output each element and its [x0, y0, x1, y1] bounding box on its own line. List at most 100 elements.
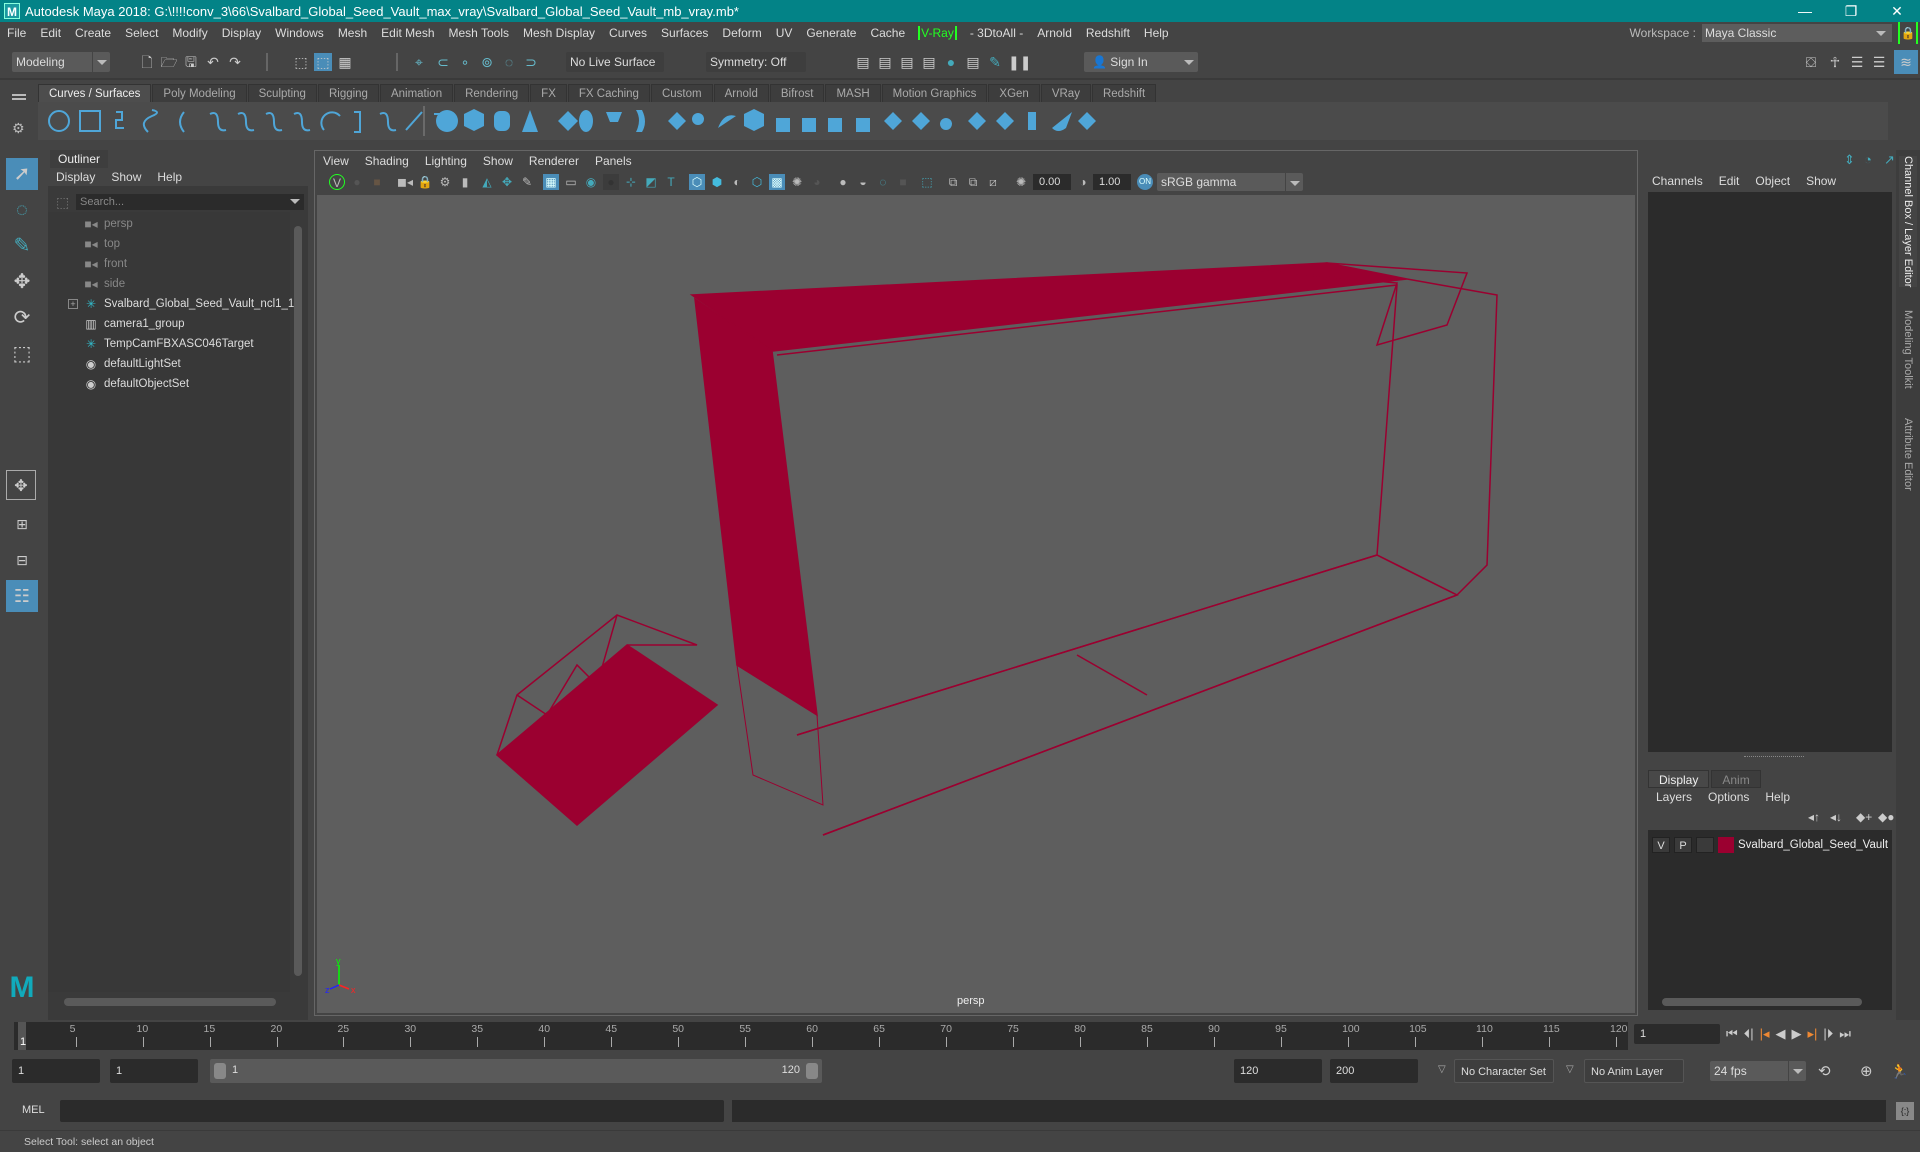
- color-management-toggle-icon[interactable]: ON: [1137, 174, 1153, 190]
- menu-surfaces[interactable]: Surfaces: [654, 26, 715, 40]
- 3d-viewport[interactable]: y x z persp: [317, 195, 1635, 1013]
- save-scene-icon[interactable]: 🖫: [182, 53, 200, 71]
- layer-name[interactable]: Svalbard_Global_Seed_Vault: [1738, 839, 1888, 851]
- shelf-tab-rendering[interactable]: Rendering: [454, 84, 530, 102]
- outliner-menu-help[interactable]: Help: [149, 168, 190, 186]
- step-back-frame-icon[interactable]: |◂: [1760, 1026, 1770, 1042]
- viewport-menu-shading[interactable]: Shading: [357, 151, 417, 171]
- workspace-dropdown[interactable]: Maya Classic: [1702, 24, 1892, 42]
- sign-in-dropdown[interactable]: 👤 Sign In: [1084, 52, 1198, 72]
- shelf-tab-mash[interactable]: MASH: [825, 84, 881, 102]
- snap-curve-icon[interactable]: ⊂: [434, 53, 452, 71]
- menu-modify[interactable]: Modify: [165, 26, 214, 40]
- menu-edit-mesh[interactable]: Edit Mesh: [374, 26, 441, 40]
- shelf-tab-poly-modeling[interactable]: Poly Modeling: [152, 84, 247, 102]
- lock-camera-icon[interactable]: 🔒: [417, 174, 433, 190]
- snap-point-icon[interactable]: ∘: [456, 53, 474, 71]
- range-start-handle[interactable]: [214, 1063, 226, 1079]
- script-editor-icon[interactable]: {;}: [1896, 1102, 1914, 1120]
- shelf-tab-motion-graphics[interactable]: Motion Graphics: [881, 84, 988, 102]
- outliner-layout-icon[interactable]: ☷: [6, 580, 38, 612]
- textured-icon[interactable]: ▩: [769, 174, 785, 190]
- use-all-lights-icon[interactable]: ✺: [789, 174, 805, 190]
- snap-grid-icon[interactable]: ⌖: [410, 53, 428, 71]
- outliner-item[interactable]: ◉ defaultLightSet: [48, 354, 288, 374]
- outliner-item[interactable]: + ✳ Svalbard_Global_Seed_Vault_ncl1_1: [48, 294, 294, 314]
- exposure-field[interactable]: 0.00: [1033, 174, 1071, 190]
- grease-pencil-icon[interactable]: ✎: [519, 174, 535, 190]
- vray-ipr-icon[interactable]: ✎: [986, 53, 1004, 71]
- exposure-icon[interactable]: ✺: [1013, 174, 1029, 190]
- shelf-tab-rigging[interactable]: Rigging: [317, 84, 379, 102]
- ipr-render-icon[interactable]: ▤: [898, 53, 916, 71]
- channel-menu-show[interactable]: Show: [1798, 172, 1844, 190]
- menu-arnold[interactable]: Arnold: [1030, 26, 1079, 40]
- select-object-icon[interactable]: ⬚: [314, 53, 332, 71]
- scale-tool-icon[interactable]: ⬚: [6, 338, 38, 370]
- side-tab-attribute-editor[interactable]: Attribute Editor: [1899, 418, 1917, 491]
- two-d-pan-zoom-icon[interactable]: ✥: [499, 174, 515, 190]
- new-layer-selected-icon[interactable]: ◆●: [1878, 810, 1894, 824]
- outliner-menu-display[interactable]: Display: [48, 168, 103, 186]
- depth-of-field-icon[interactable]: ■: [895, 174, 911, 190]
- character-set-field[interactable]: No Character Set: [1454, 1059, 1554, 1083]
- scene-start-field[interactable]: 1: [12, 1059, 100, 1083]
- film-gate-icon[interactable]: ▭: [563, 174, 579, 190]
- layer-playback-toggle[interactable]: P: [1674, 837, 1692, 853]
- viewport-menu-view[interactable]: View: [315, 151, 357, 171]
- new-layer-icon[interactable]: ◆+: [1856, 810, 1872, 824]
- outliner-item[interactable]: ◉ defaultObjectSet: [48, 374, 288, 394]
- outliner-item[interactable]: ■◂ side: [48, 274, 288, 294]
- layer-menu-layers[interactable]: Layers: [1648, 788, 1700, 806]
- layer-row[interactable]: V P Svalbard_Global_Seed_Vault: [1652, 836, 1888, 854]
- select-component-icon[interactable]: ▦: [336, 53, 354, 71]
- xray-active-components-icon[interactable]: ⧉: [965, 174, 981, 190]
- go-to-end-icon[interactable]: ⏭: [1839, 1026, 1851, 1042]
- modeling-toolkit-icon[interactable]: ⛋: [1802, 53, 1820, 71]
- channel-menu-edit[interactable]: Edit: [1711, 172, 1748, 190]
- select-hierarchy-icon[interactable]: ⬚: [292, 53, 310, 71]
- shelf-tab-animation[interactable]: Animation: [379, 84, 454, 102]
- outliner-item[interactable]: ■◂ top: [48, 234, 288, 254]
- animation-preferences-icon[interactable]: 🏃: [1890, 1062, 1909, 1080]
- step-back-key-icon[interactable]: ⏴|: [1744, 1026, 1754, 1042]
- go-to-start-icon[interactable]: ⏮: [1726, 1026, 1738, 1042]
- menu-redshift[interactable]: Redshift: [1079, 26, 1137, 40]
- vray-rt-icon[interactable]: ●: [349, 174, 365, 190]
- move-layer-up-icon[interactable]: ◂↑: [1808, 810, 1820, 824]
- expand-icon[interactable]: +: [68, 299, 78, 309]
- menu-select[interactable]: Select: [118, 26, 165, 40]
- layer-tab-anim[interactable]: Anim: [1711, 770, 1761, 788]
- shelf-tab-fx-caching[interactable]: FX Caching: [567, 84, 650, 102]
- anim-layer-field[interactable]: No Anim Layer: [1584, 1059, 1684, 1083]
- menu-curves[interactable]: Curves: [602, 26, 654, 40]
- character-set-arrow-icon[interactable]: ▽: [1438, 1064, 1446, 1075]
- anti-aliasing-icon[interactable]: ◌: [875, 174, 891, 190]
- layer-menu-options[interactable]: Options: [1700, 788, 1757, 806]
- single-perspective-layout-icon[interactable]: ✥: [6, 470, 36, 500]
- outliner-item[interactable]: ✳ TempCamFBXASC046Target: [48, 334, 288, 354]
- outliner-vertical-scrollbar[interactable]: [292, 212, 304, 992]
- render-current-icon[interactable]: ▤: [876, 53, 894, 71]
- command-input[interactable]: [60, 1100, 724, 1122]
- outliner-horizontal-scrollbar[interactable]: [50, 996, 290, 1008]
- hyper-icon[interactable]: ↗: [1884, 152, 1895, 168]
- range-end-handle[interactable]: [806, 1063, 818, 1079]
- field-chart-icon[interactable]: ⊹: [623, 174, 639, 190]
- scene-end-field[interactable]: 200: [1330, 1059, 1418, 1083]
- snap-live-icon[interactable]: ⊃: [522, 53, 540, 71]
- minimize-button[interactable]: —: [1782, 0, 1828, 22]
- channel-menu-object[interactable]: Object: [1747, 172, 1798, 190]
- playback-end-field[interactable]: 120: [1234, 1059, 1322, 1083]
- vray-toggle-icon[interactable]: V: [329, 174, 345, 190]
- character-controls-icon[interactable]: ☥: [1826, 53, 1844, 71]
- image-plane-icon[interactable]: ◭: [479, 174, 495, 190]
- render-view-icon[interactable]: ▤: [854, 53, 872, 71]
- safe-title-icon[interactable]: T: [663, 174, 679, 190]
- layer-color-swatch[interactable]: [1718, 837, 1734, 853]
- menu-mesh-tools[interactable]: Mesh Tools: [442, 26, 516, 40]
- four-view-layout-icon[interactable]: ⊞: [6, 508, 38, 540]
- vray-render-icon[interactable]: ▤: [964, 53, 982, 71]
- wireframe-icon[interactable]: ⬡: [689, 174, 705, 190]
- shelf-tab-bifrost[interactable]: Bifrost: [769, 84, 825, 102]
